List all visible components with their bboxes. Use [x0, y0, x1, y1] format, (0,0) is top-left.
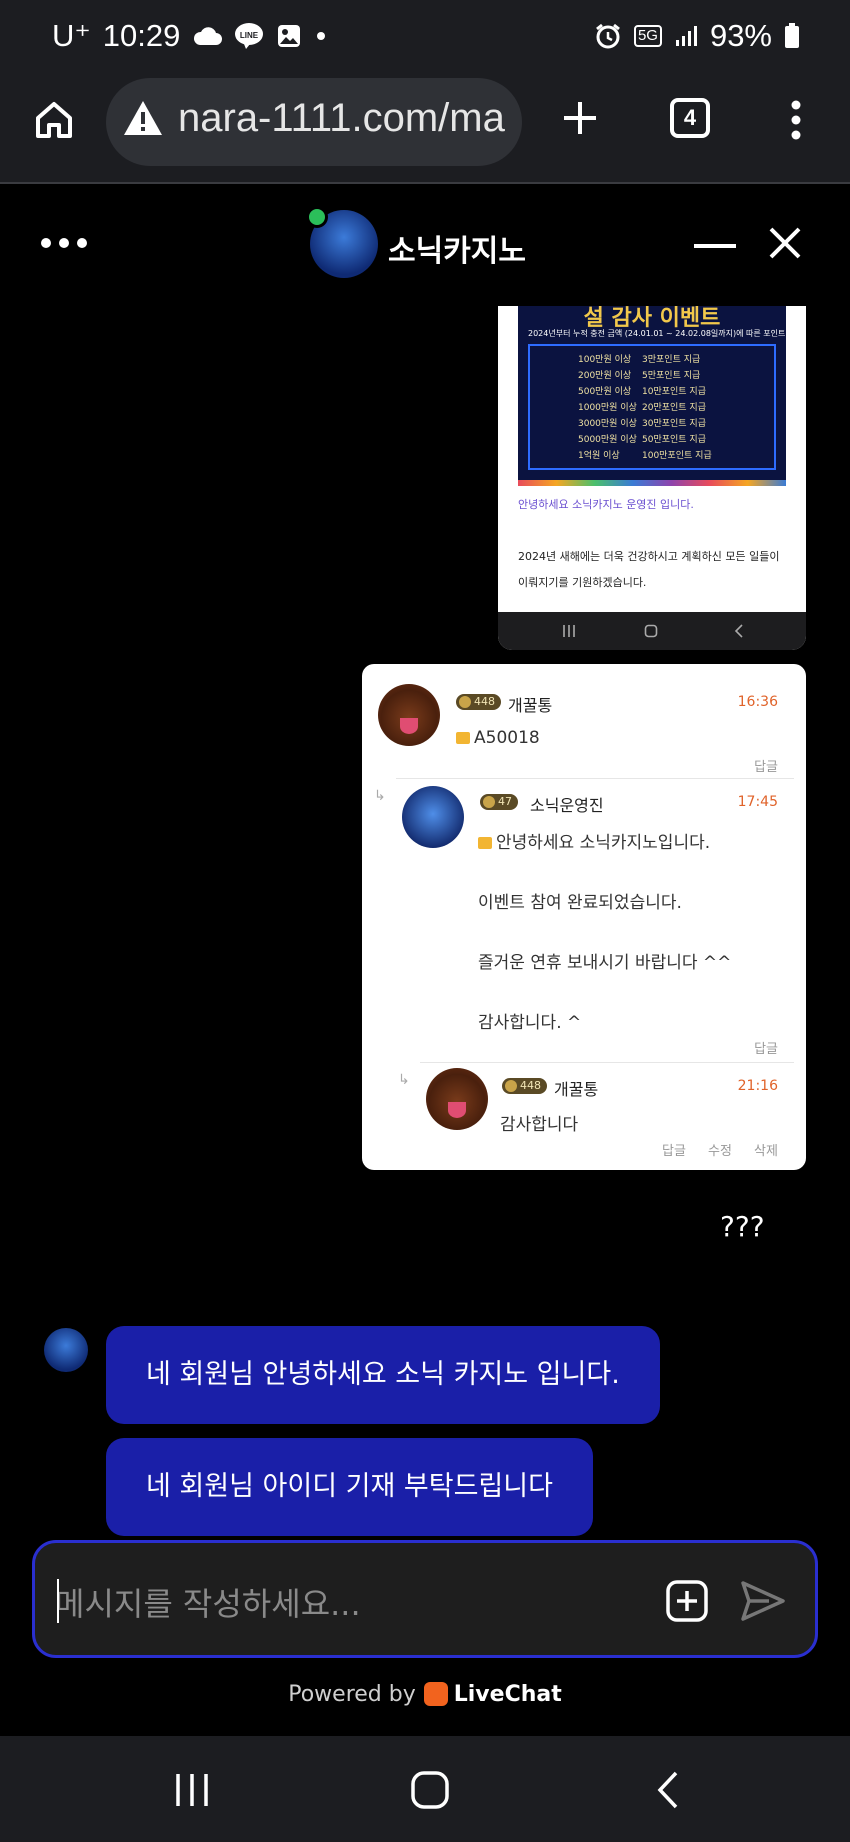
- chat-header: 소닉카지노: [0, 186, 850, 304]
- reply-link[interactable]: 답글: [754, 756, 778, 775]
- level-badge: 47: [480, 794, 518, 810]
- send-icon[interactable]: [739, 1579, 787, 1623]
- cloud-icon: [194, 27, 223, 45]
- operator-avatar: [402, 786, 464, 848]
- more-horiz-icon[interactable]: [40, 236, 88, 250]
- user-avatar: [426, 1068, 488, 1130]
- delete-link[interactable]: 삭제: [754, 1140, 778, 1159]
- level-badge: 448: [502, 1078, 547, 1094]
- close-icon[interactable]: [768, 226, 802, 260]
- browser-toolbar: nara-1111.com/ma 4: [0, 76, 850, 184]
- reply-arrow-icon: ↳: [398, 1072, 410, 1088]
- network-type: 5G: [633, 25, 662, 47]
- level-badge: 448: [456, 694, 501, 710]
- divider: [420, 1062, 794, 1063]
- divider: [396, 778, 794, 779]
- event-greeting: 안녕하세요 소닉카지노 운영진 입니다.: [518, 498, 694, 511]
- event-row: 500만원 이상 10만포인트 지급: [578, 387, 706, 397]
- event-row: 3000만원 이상 30만포인트 지급: [578, 419, 706, 429]
- attach-icon[interactable]: [665, 1579, 709, 1623]
- chat-title: 소닉카지노: [388, 234, 526, 269]
- url-text[interactable]: nara-1111.com/ma: [178, 96, 505, 141]
- livechat-logo-icon: [423, 1682, 448, 1706]
- attached-image-event[interactable]: 설 감사 이벤트 2024년부터 누적 충전 금액 (24.01.01 ~ 24…: [498, 306, 806, 650]
- clock: 10:29: [102, 18, 181, 53]
- system-navbar: [0, 1736, 850, 1842]
- notification-dot-icon: [317, 32, 326, 40]
- home-nav-icon: [644, 624, 658, 638]
- event-row: 1000만원 이상 20만포인트 지급: [578, 403, 706, 413]
- back-nav-icon: [734, 624, 743, 638]
- powered-by[interactable]: Powered by LiveChat: [0, 1682, 850, 1707]
- gallery-icon: [278, 25, 301, 47]
- agent-avatar-small: [44, 1328, 88, 1372]
- lock-icon: [478, 837, 492, 849]
- comment-text: 감사합니다: [500, 1115, 579, 1135]
- comment-nick: 개꿀통: [508, 696, 553, 715]
- home-icon[interactable]: [32, 98, 76, 142]
- battery-icon: [785, 23, 799, 48]
- comment-line: 즐거운 연휴 보내시기 바랍니다 ^^: [478, 953, 732, 973]
- event-banner: 설 감사 이벤트 2024년부터 누적 충전 금액 (24.01.01 ~ 24…: [518, 306, 803, 482]
- message-composer[interactable]: 메시지를 작성하세요...: [32, 1540, 818, 1658]
- agent-message: 네 회원님 아이디 기재 부탁드립니다: [106, 1438, 593, 1536]
- address-bar[interactable]: nara-1111.com/ma: [106, 78, 522, 166]
- user-message: ???: [720, 1210, 765, 1243]
- comment-nick: 소닉운영진: [530, 796, 604, 815]
- reply-link[interactable]: 답글: [662, 1140, 686, 1159]
- battery-percent: 93%: [709, 18, 772, 53]
- recents-icon: [563, 625, 575, 637]
- message-input[interactable]: 메시지를 작성하세요...: [55, 1579, 361, 1625]
- more-vert-icon[interactable]: [782, 98, 810, 142]
- signal-icon: [675, 26, 697, 46]
- warning-icon[interactable]: [122, 98, 164, 138]
- screenshot-navbar: [498, 612, 806, 650]
- attached-image-comments[interactable]: 448 개꿀통 16:36 A50018 답글 ↳ 47 소닉운영진 17:45…: [362, 664, 806, 1170]
- comment-line: 감사합니다. ^: [478, 1013, 582, 1033]
- comment-nick: 개꿀통: [554, 1080, 599, 1099]
- powered-by-label: Powered by: [288, 1682, 416, 1707]
- event-body: 2024년 새해에는 더욱 건강하시고 계획하신 모든 일들이 이뤄지기를 기원…: [518, 550, 780, 589]
- user-avatar: [378, 684, 440, 746]
- edit-link[interactable]: 수정: [708, 1140, 732, 1159]
- event-row: 5000만원 이상 50만포인트 지급: [578, 435, 706, 445]
- home-button-icon[interactable]: [410, 1770, 450, 1810]
- reply-arrow-icon: ↳: [374, 788, 386, 804]
- livechat-brand: LiveChat: [453, 1682, 562, 1707]
- comment-time: 21:16: [737, 1078, 778, 1094]
- back-button-icon[interactable]: [654, 1770, 682, 1810]
- tab-switcher-button[interactable]: 4: [670, 98, 710, 138]
- agent-message: 네 회원님 안녕하세요 소닉 카지노 입니다.: [106, 1326, 660, 1424]
- event-row: 100만원 이상 3만포인트 지급: [578, 355, 701, 365]
- text-caret: [57, 1579, 59, 1623]
- online-status-dot: [306, 206, 328, 228]
- lock-icon: [456, 732, 470, 744]
- alarm-icon: [596, 23, 620, 49]
- comment-time: 16:36: [737, 694, 778, 710]
- comment-text: A50018: [456, 728, 540, 748]
- event-subtitle: 2024년부터 누적 충전 금액 (24.01.01 ~ 24.02.08일까지…: [528, 329, 803, 338]
- comment-line: 이벤트 참여 완료되었습니다.: [478, 893, 682, 913]
- comment-time: 17:45: [737, 794, 778, 810]
- minimize-icon[interactable]: [694, 242, 736, 250]
- new-tab-icon[interactable]: [560, 98, 600, 138]
- carrier-label: U⁺: [52, 18, 91, 53]
- comment-line: 안녕하세요 소닉카지노입니다.: [478, 828, 710, 853]
- status-bar: U⁺ 10:29 LINE 5G 93%: [0, 0, 850, 76]
- svg-text:LINE: LINE: [240, 31, 259, 40]
- recents-icon[interactable]: [172, 1772, 212, 1808]
- reply-link[interactable]: 답글: [754, 1038, 778, 1057]
- event-row: 200만원 이상 5만포인트 지급: [578, 371, 701, 381]
- line-app-icon: LINE: [235, 23, 264, 49]
- color-strip: [518, 480, 786, 486]
- event-row: 1억원 이상 100만포인트 지급: [578, 451, 712, 461]
